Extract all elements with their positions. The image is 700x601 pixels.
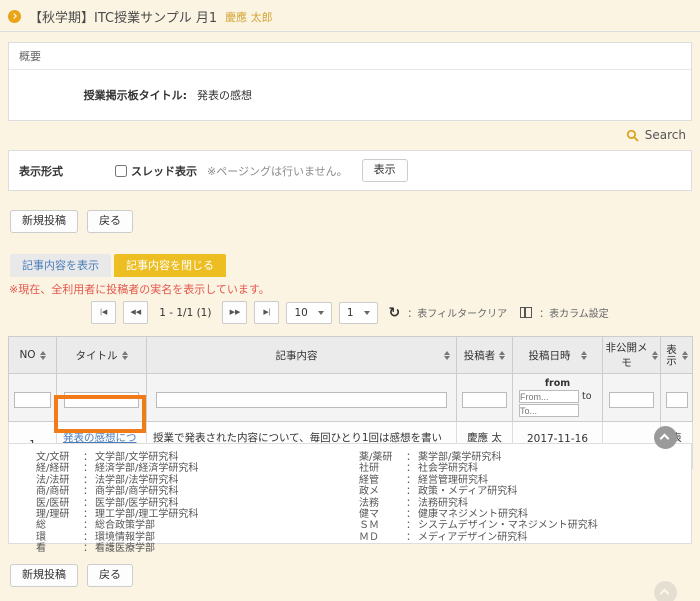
- tab-show-article-content[interactable]: 記事内容を表示: [10, 254, 111, 277]
- legend-item: 経/経研：経済学部/経済学研究科: [36, 463, 331, 474]
- table-filter-row: from to: [9, 374, 693, 422]
- pagination-bar: |◀ ◀◀ 1 - 1/1 (1) ▶▶ ▶| 10 1 ↻ ：表フィルタークリ…: [0, 301, 700, 324]
- legend-column-left: 文/文研：文学部/文学研究科 経/経研：経済学部/経済学研究科 法/法研：法学部…: [36, 452, 331, 543]
- header-author[interactable]: 投稿者: [457, 337, 513, 374]
- filter-clear-icon[interactable]: ↻: [389, 305, 401, 321]
- search-link[interactable]: Search: [626, 128, 686, 142]
- sort-icon[interactable]: [652, 351, 658, 360]
- search-label: Search: [645, 128, 686, 142]
- legend-item: 政メ：政策・メディア研究科: [359, 486, 598, 497]
- legend-column-right: 薬/薬研：薬学部/薬学研究科 社研：社会学研究科 経管：経営管理研究科 政メ：政…: [359, 452, 598, 543]
- back-button[interactable]: 戻る: [87, 210, 133, 233]
- header-display[interactable]: 表示: [661, 337, 693, 374]
- filter-title-input[interactable]: [64, 392, 139, 408]
- last-page-button[interactable]: ▶|: [254, 301, 279, 324]
- display-button[interactable]: 表示: [362, 159, 408, 182]
- table-columns-icon[interactable]: [520, 307, 532, 318]
- filter-no-input[interactable]: [14, 392, 51, 408]
- sort-icon[interactable]: [444, 351, 450, 360]
- chevron-up-icon: [660, 589, 670, 599]
- legend-item: 商/商研：商学部/商学研究科: [36, 486, 331, 497]
- legend-item: ＳＭ：システムデザイン・マネジメント研究科: [359, 520, 598, 531]
- board-title-label: 授業掲示板タイトル:: [9, 87, 187, 103]
- user-name: 慶應 太郎: [225, 9, 273, 25]
- thread-display-checkbox[interactable]: [115, 165, 127, 177]
- filter-content-input[interactable]: [156, 392, 447, 408]
- paging-note: ※ページングは行いません。: [207, 163, 348, 179]
- scroll-to-top-button-faded[interactable]: [654, 581, 677, 601]
- scroll-to-top-button[interactable]: [654, 426, 677, 449]
- header-divider: [0, 31, 700, 32]
- filter-author-input[interactable]: [462, 392, 506, 408]
- legend-item: 医/医研：医学部/医学研究科: [36, 498, 331, 509]
- sort-icon[interactable]: [40, 351, 46, 360]
- filter-to-label: to: [582, 391, 592, 402]
- sort-icon[interactable]: [122, 351, 128, 360]
- page-size-select[interactable]: 10: [286, 302, 331, 324]
- bottom-actions: 新規投稿 戻る: [10, 564, 133, 587]
- filter-from-label: from: [516, 378, 599, 389]
- sort-icon[interactable]: [499, 351, 505, 360]
- overview-panel: 概要 授業掲示板タイトル: 発表の感想: [8, 42, 692, 121]
- header-no[interactable]: NO: [9, 337, 57, 374]
- legend-item: 経管：経営管理研究科: [359, 475, 598, 486]
- new-post-button[interactable]: 新規投稿: [10, 210, 78, 233]
- thread-display-checkbox-label[interactable]: スレッド表示: [131, 163, 197, 179]
- back-button-bottom[interactable]: 戻る: [87, 564, 133, 587]
- new-post-button-bottom[interactable]: 新規投稿: [10, 564, 78, 587]
- legend-item: 理/理研：理工学部/理工学研究科: [36, 509, 331, 520]
- legend-item: 看：看護医療学部: [36, 543, 331, 554]
- tab-close-article-content[interactable]: 記事内容を閉じる: [114, 254, 226, 277]
- first-page-button[interactable]: |◀: [91, 301, 116, 324]
- page-number-value: 1: [347, 307, 354, 319]
- prev-page-button[interactable]: ◀◀: [123, 301, 148, 324]
- page-header: 【秋学期】ITC授業サンプル 月1 慶應 太郎: [8, 7, 273, 26]
- page-title: 【秋学期】ITC授業サンプル 月1: [29, 7, 217, 26]
- legend-item: 健マ：健康マネジメント研究科: [359, 509, 598, 520]
- filter-date-group: from to: [516, 378, 599, 417]
- caret-down-icon: [318, 311, 324, 315]
- display-format-panel: 表示形式 スレッド表示 ※ページングは行いません。 表示: [8, 150, 692, 191]
- table-header-row: NO タイトル 記事内容 投稿者 投稿日時 非公開メモ 表示: [9, 337, 693, 374]
- caret-down-icon: [364, 311, 370, 315]
- search-icon: [626, 129, 639, 142]
- sort-icon[interactable]: [682, 351, 688, 360]
- overview-panel-title: 概要: [9, 43, 691, 70]
- sort-icon[interactable]: [581, 351, 587, 360]
- real-name-notice: ※現在、全利用者に投稿者の実名を表示しています。: [9, 281, 270, 297]
- header-title[interactable]: タイトル: [57, 337, 147, 374]
- legend-item: 総：総合政策学部: [36, 520, 331, 531]
- legend-item: 法/法研：法学部/法学研究科: [36, 475, 331, 486]
- top-actions: 新規投稿 戻る: [10, 210, 133, 233]
- page-size-value: 10: [294, 307, 307, 319]
- legend-item: 薬/薬研：薬学部/薬学研究科: [359, 452, 598, 463]
- legend-item: 環：環境情報学部: [36, 532, 331, 543]
- content-tabs: 記事内容を表示 記事内容を閉じる: [10, 254, 226, 277]
- legend-item: 文/文研：文学部/文学研究科: [36, 452, 331, 463]
- column-config-label: ：表カラム設定: [539, 305, 609, 320]
- header-content[interactable]: 記事内容: [147, 337, 457, 374]
- chevron-right-circle-icon: [8, 10, 21, 23]
- chevron-up-icon: [660, 434, 670, 444]
- display-format-label: 表示形式: [19, 163, 115, 179]
- page: 【秋学期】ITC授業サンプル 月1 慶應 太郎 概要 授業掲示板タイトル: 発表…: [0, 0, 700, 601]
- filter-date-from-input[interactable]: [519, 390, 579, 403]
- filter-clear-label: ：表フィルタークリア: [407, 305, 507, 320]
- legend-item: 法務：法務研究科: [359, 498, 598, 509]
- header-date[interactable]: 投稿日時: [513, 337, 603, 374]
- filter-memo-input[interactable]: [609, 392, 655, 408]
- filter-date-to-input[interactable]: [519, 404, 579, 417]
- legend-item: ＭＤ：メディアデザイン研究科: [359, 532, 598, 543]
- page-number-select[interactable]: 1: [339, 302, 378, 324]
- next-page-button[interactable]: ▶▶: [222, 301, 247, 324]
- legend-item: 社研：社会学研究科: [359, 463, 598, 474]
- header-memo[interactable]: 非公開メモ: [603, 337, 661, 374]
- filter-display-input[interactable]: [666, 392, 688, 408]
- page-info: 1 - 1/1 (1): [159, 307, 211, 319]
- board-title-value: 発表の感想: [197, 87, 252, 103]
- overview-field-row: 授業掲示板タイトル: 発表の感想: [9, 87, 691, 103]
- faculty-legend-panel: 文/文研：文学部/文学研究科 経/経研：経済学部/経済学研究科 法/法研：法学部…: [8, 443, 692, 544]
